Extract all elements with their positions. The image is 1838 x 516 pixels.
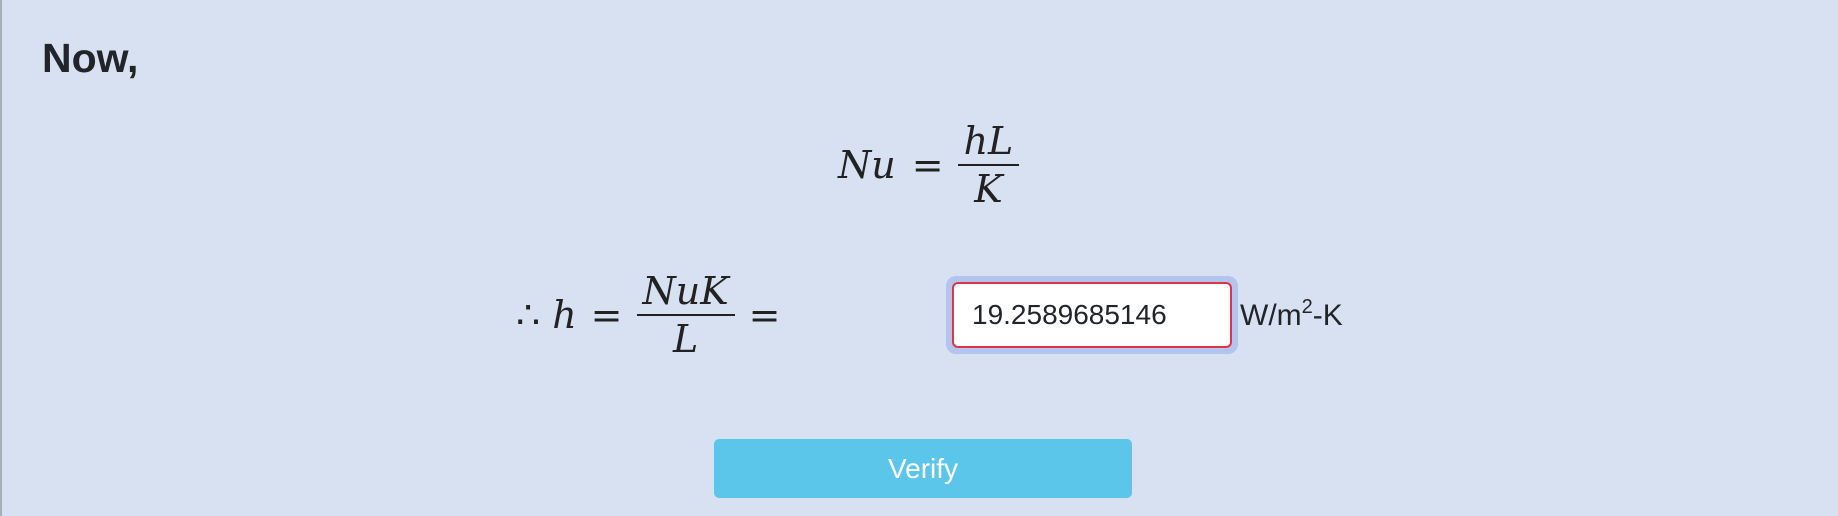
- answer-input[interactable]: [952, 282, 1232, 348]
- nusselt-equation: Nu = hL K: [838, 118, 1020, 212]
- equation2-equals-result: =: [748, 293, 781, 337]
- left-border: [0, 0, 2, 516]
- unit-superscript: 2: [1301, 296, 1313, 318]
- equation1-lhs: Nu: [838, 143, 896, 187]
- unit-label: W/m2-K: [1240, 296, 1343, 336]
- unit-prefix: W/m: [1240, 299, 1302, 332]
- equation2-numerator: NuK: [642, 269, 729, 313]
- section-heading: Now,: [42, 35, 139, 81]
- verify-button[interactable]: Verify: [714, 439, 1132, 498]
- answer-input-focus-ring: [946, 276, 1238, 354]
- equation1-numerator: hL: [963, 119, 1014, 163]
- equation2-fraction: NuK L: [636, 268, 735, 362]
- equation1-fraction: hL K: [957, 118, 1020, 212]
- equation1-denominator: K: [974, 167, 1003, 211]
- equation2-denominator: L: [672, 317, 699, 361]
- equation2-lhs: h: [552, 293, 577, 337]
- unit-suffix: -K: [1312, 299, 1343, 332]
- therefore-symbol: ∴: [516, 293, 541, 337]
- equation2-equals: =: [590, 293, 623, 337]
- heat-transfer-coefficient-equation: ∴ h = NuK L =: [516, 268, 780, 362]
- equation1-equals: =: [911, 143, 944, 187]
